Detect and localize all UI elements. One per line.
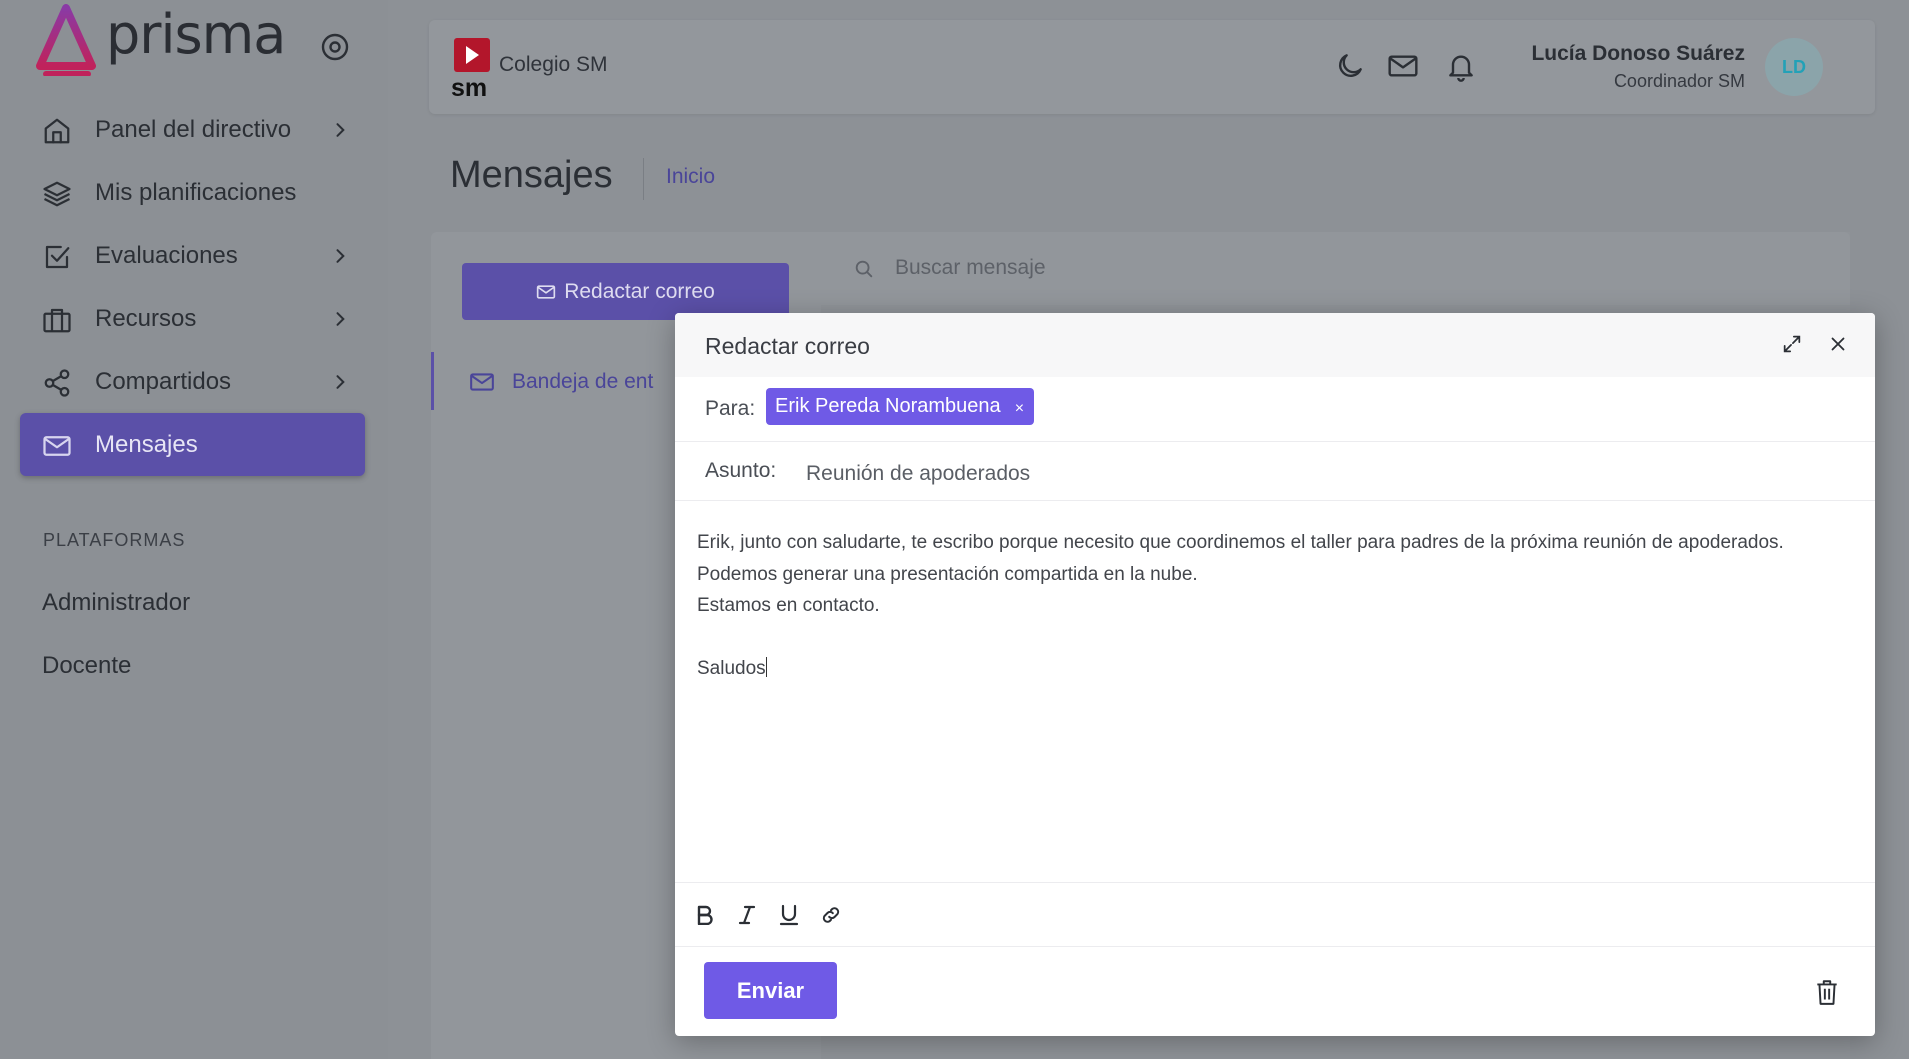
expand-icon[interactable] — [1781, 333, 1803, 355]
sidebar-item-mensajes[interactable]: Mensajes — [20, 413, 365, 476]
sidebar-item-compartidos[interactable]: Compartidos — [20, 350, 365, 413]
sidebar-item-panel-directivo[interactable]: Panel del directivo — [20, 98, 365, 161]
italic-button[interactable] — [735, 903, 759, 927]
chevron-right-icon — [336, 312, 345, 326]
message-body-line — [697, 622, 1857, 654]
text-caret — [765, 657, 767, 677]
underline-button[interactable] — [777, 903, 801, 927]
sidebar-item-label: Mis planificaciones — [95, 178, 297, 206]
compose-modal-title: Redactar correo — [705, 333, 870, 359]
platforms-section-title: PLATAFORMAS — [43, 530, 186, 550]
share-icon — [44, 369, 70, 397]
user-role: Coordinador SM — [1613, 71, 1745, 91]
folder-inbox[interactable]: Bandeja de ent — [431, 352, 674, 410]
format-toolbar — [675, 882, 1875, 947]
send-button[interactable]: Enviar — [704, 962, 837, 1019]
subject-input[interactable]: Reunión de apoderados — [806, 462, 1030, 486]
message-body-line: Erik, junto con saludarte, te escribo po… — [697, 532, 1784, 553]
sm-logo-icon: sm — [451, 38, 490, 98]
breadcrumb-inicio[interactable]: Inicio — [666, 165, 715, 189]
bold-button[interactable] — [693, 903, 717, 927]
underline-icon — [779, 904, 799, 926]
sidebar-item-evaluaciones[interactable]: Evaluaciones — [20, 224, 365, 287]
bold-icon — [697, 905, 713, 925]
message-body-line: Estamos en contacto. — [697, 595, 880, 616]
layers-icon — [43, 181, 71, 207]
top-header: sm Colegio SM Lucía Donoso Suárez Coordi… — [429, 20, 1875, 114]
platform-docente[interactable]: Docente — [42, 652, 131, 680]
link-icon — [822, 907, 840, 923]
link-button[interactable] — [819, 903, 843, 927]
recipient-row: Para: Erik Pereda Norambuena × — [675, 377, 1875, 442]
prisma-logo[interactable]: prisma — [36, 2, 286, 76]
search-icon — [855, 260, 873, 278]
sidebar-item-label: Evaluaciones — [95, 241, 238, 269]
message-body-line-last: Saludos — [697, 653, 1857, 685]
search-input[interactable]: Buscar mensaje — [895, 256, 1046, 280]
message-body-editor[interactable]: Erik, junto con saludarte, te escribo po… — [697, 527, 1857, 685]
sidebar-item-mis-planificaciones[interactable]: Mis planificaciones — [20, 161, 365, 224]
sidebar-item-label: Recursos — [95, 304, 197, 332]
moon-icon[interactable] — [1334, 50, 1366, 82]
chevron-right-icon — [336, 249, 345, 263]
prisma-wordmark: prisma — [106, 2, 286, 66]
title-divider — [643, 158, 644, 200]
sidebar-item-recursos[interactable]: Recursos — [20, 287, 365, 350]
message-body-line: Podemos generar una presentación compart… — [697, 563, 1198, 585]
sidebar-item-label: Compartidos — [95, 367, 232, 395]
subject-row: Asunto: Reunión de apoderados — [675, 442, 1875, 501]
trash-icon[interactable] — [1814, 978, 1840, 1006]
checkbox-icon — [45, 245, 70, 269]
prisma-logo-icon — [36, 4, 96, 76]
folder-inbox-label: Bandeja de ent — [512, 370, 654, 393]
page-title: Mensajes — [450, 154, 613, 196]
bell-icon[interactable] — [1445, 50, 1477, 82]
subject-label: Asunto: — [705, 459, 777, 482]
sidebar: prisma Panel del directivo Mis planifica… — [0, 0, 388, 1059]
mail-icon[interactable] — [1387, 50, 1419, 82]
mail-icon — [470, 373, 494, 391]
recipient-chip-label: Erik Pereda Norambuena — [775, 395, 1001, 417]
search-bar[interactable]: Buscar mensaje — [821, 232, 1850, 305]
close-icon[interactable] — [1827, 333, 1849, 355]
remove-recipient-button[interactable]: × — [1015, 400, 1024, 418]
to-label: Para: — [705, 397, 756, 420]
mail-icon — [537, 284, 556, 299]
compose-modal-header: Redactar correo — [675, 313, 1875, 377]
target-icon[interactable] — [320, 32, 350, 62]
compose-button-label: Redactar correo — [564, 279, 715, 303]
sidebar-item-label: Panel del directivo — [95, 115, 292, 143]
compose-button[interactable]: Redactar correo — [462, 263, 789, 320]
school-name: Colegio SM — [499, 53, 608, 76]
sidebar-item-label: Mensajes — [95, 430, 198, 458]
chevron-right-icon — [336, 375, 345, 389]
recipient-chip: Erik Pereda Norambuena × — [766, 388, 1035, 425]
home-icon — [44, 118, 70, 144]
briefcase-icon — [43, 308, 71, 333]
italic-icon — [738, 905, 756, 925]
compose-modal: Redactar correo Para: Erik Pereda Noramb… — [675, 313, 1875, 1036]
chevron-right-icon — [336, 123, 345, 137]
message-body-line: Saludos — [697, 658, 766, 679]
avatar[interactable]: LD — [1765, 38, 1823, 96]
user-name: Lucía Donoso Suárez — [1531, 42, 1745, 65]
platform-administrador[interactable]: Administrador — [42, 589, 190, 617]
mail-icon — [43, 436, 71, 456]
sm-logo-text: sm — [451, 74, 487, 98]
sidebar-nav: Panel del directivo Mis planificaciones … — [20, 98, 365, 476]
